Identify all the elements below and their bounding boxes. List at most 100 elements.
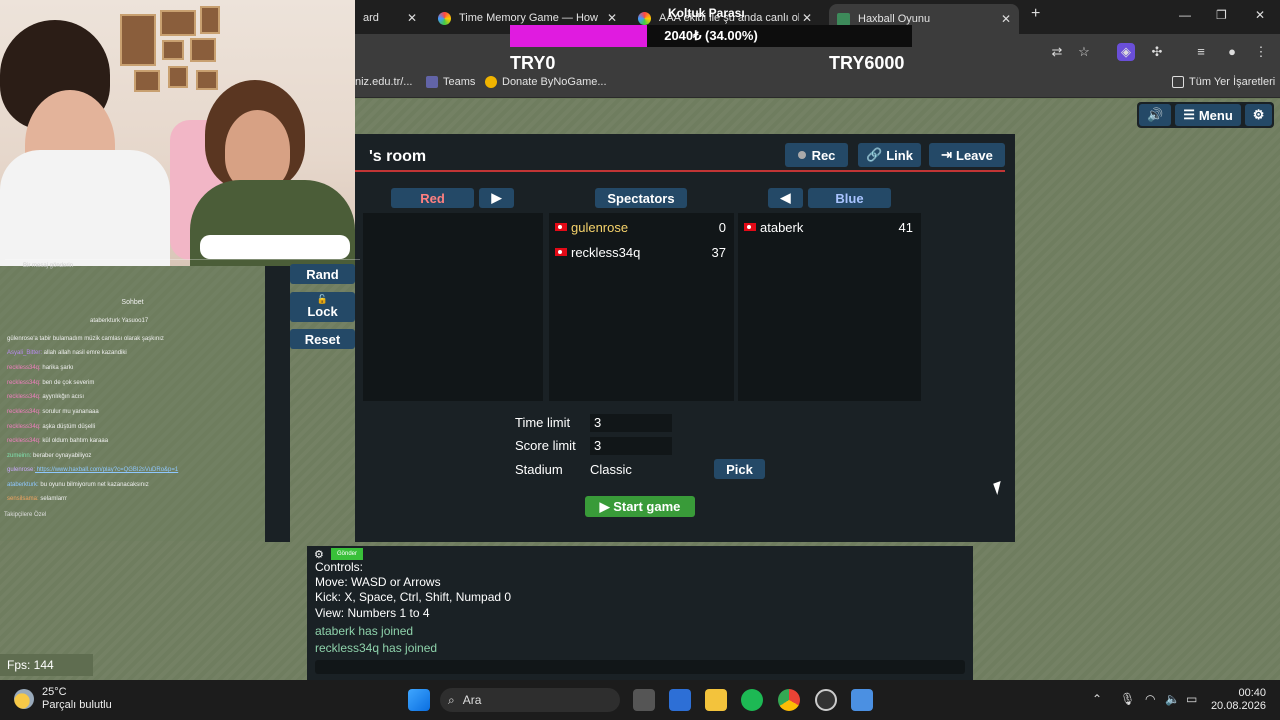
chat-message: reckless34q: ayyrılıkğın acısı xyxy=(7,394,84,400)
lock-button[interactable]: 🔓 Lock xyxy=(290,292,355,322)
chrome-icon[interactable] xyxy=(778,689,800,711)
bynogame-icon xyxy=(485,76,497,88)
windows-taskbar: 25°C Parçalı bulutlu ⌕ Ara ⌃ 🎙 ◠ 🔈 ▭ 00:… xyxy=(0,680,1280,720)
close-icon[interactable]: ✕ xyxy=(607,11,617,25)
rec-button[interactable]: Rec xyxy=(785,143,848,167)
hamburger-icon: ☰ xyxy=(1183,107,1195,122)
stream-chat-overlay: Sohbet ataberkturk Yasuoo17 gülenrose'a … xyxy=(0,266,265,541)
chat-text: beraber oynayabiliyoz xyxy=(31,453,92,459)
close-icon[interactable]: ✕ xyxy=(407,11,417,25)
sound-button[interactable]: 🔊 xyxy=(1139,104,1172,126)
pick-stadium-button[interactable]: Pick xyxy=(714,459,765,479)
rec-label: Rec xyxy=(811,147,836,163)
turkey-flag-icon xyxy=(555,223,567,231)
profile-icon[interactable]: ● xyxy=(1223,43,1241,61)
score-limit-select[interactable]: 3 xyxy=(590,437,672,455)
close-icon[interactable]: ✕ xyxy=(1001,12,1011,26)
player-row[interactable]: gulenrose 0 xyxy=(555,218,726,236)
time-limit-label: Time limit xyxy=(515,415,571,430)
tab-label: ard xyxy=(363,12,379,24)
bookmark-star-icon[interactable]: ☆ xyxy=(1075,43,1093,61)
move-to-red-left-button[interactable]: ◀ xyxy=(768,188,803,208)
leave-button[interactable]: ⇥ Leave xyxy=(929,143,1005,167)
taskbar-clock[interactable]: 00:40 20.08.2026 xyxy=(1211,687,1266,713)
extensions-puzzle-icon[interactable]: ✣ xyxy=(1148,43,1166,61)
time-limit-select[interactable]: 3 xyxy=(590,414,672,432)
donation-goal-label: TRY6000 xyxy=(829,53,905,73)
bookmark-teams[interactable]: Teams xyxy=(426,76,475,88)
webcam-feed xyxy=(0,0,355,266)
volume-icon[interactable]: 🔈 xyxy=(1165,692,1180,706)
taskbar-search[interactable]: ⌕ Ara xyxy=(440,688,620,712)
player-score: 37 xyxy=(711,244,726,260)
clock-time: 00:40 xyxy=(1238,687,1266,699)
tab-label: Time Memory Game — How G xyxy=(459,12,599,24)
player-score: 0 xyxy=(718,219,726,235)
translate-icon[interactable]: ⇄ xyxy=(1048,43,1066,61)
room-title: 's room xyxy=(369,148,427,165)
file-explorer-icon[interactable] xyxy=(705,689,727,711)
donation-progress-text: 2040₺ (34.00%) xyxy=(664,28,758,43)
obs-icon[interactable] xyxy=(815,689,837,711)
minimize-button[interactable]: — xyxy=(1179,8,1191,22)
task-view-icon[interactable] xyxy=(633,689,655,711)
chat-link[interactable]: https://www.haxball.com/play?c=QGBI2sVuD… xyxy=(35,467,179,473)
room-panel: 's room Rec 🔗 Link ⇥ Leave Red ▶ Spectat… xyxy=(355,134,1015,542)
wall-frame xyxy=(162,40,184,60)
reset-button[interactable]: Reset xyxy=(290,329,355,349)
bookmark-edu[interactable]: niz.edu.tr/... xyxy=(355,76,412,88)
settings-button[interactable]: ⚙ xyxy=(1244,104,1273,126)
store-icon[interactable] xyxy=(669,689,691,711)
chat-text: selamlarrr xyxy=(38,496,68,502)
move-to-spectators-right-button[interactable]: ▶ xyxy=(479,188,514,208)
more-menu-icon[interactable]: ⋮ xyxy=(1252,43,1270,61)
spotify-icon[interactable] xyxy=(741,689,763,711)
all-bookmarks[interactable]: Tüm Yer İşaretleri xyxy=(1172,76,1275,88)
weather-widget[interactable]: 25°C Parçalı bulutlu xyxy=(14,686,112,712)
menu-button[interactable]: ☰ Menu xyxy=(1175,104,1241,126)
clock-date: 20.08.2026 xyxy=(1210,700,1266,712)
media-control-icon[interactable]: ≡ xyxy=(1192,43,1210,61)
close-icon[interactable]: ✕ xyxy=(802,11,812,25)
tray-chevron-icon[interactable]: ⌃ xyxy=(1092,692,1102,706)
log-line: Kick: X, Space, Ctrl, Shift, Numpad 0 xyxy=(315,590,512,604)
player-row[interactable]: ataberk 41 xyxy=(744,218,913,236)
room-left-strip xyxy=(265,266,290,542)
tab-dashboard[interactable]: ard ✕ xyxy=(355,6,425,30)
spectators-button[interactable]: Spectators xyxy=(595,188,687,208)
game-chat-input[interactable] xyxy=(315,660,965,674)
chat-text: ayyrılıkğın acısı xyxy=(40,394,85,400)
red-team-button[interactable]: Red xyxy=(391,188,474,208)
bookmark-donate[interactable]: Donate ByNoGame... xyxy=(485,76,607,88)
new-tab-button[interactable]: + xyxy=(1031,5,1040,23)
restore-button[interactable]: ❐ xyxy=(1216,8,1227,22)
chat-message: Asyali_Bitter: allah allah nasil emre ka… xyxy=(7,350,127,356)
chat-message: reckless34q: sorulur mu yananaaa xyxy=(7,409,99,415)
blue-team-button[interactable]: Blue xyxy=(808,188,891,208)
lock-label: Lock xyxy=(307,304,338,319)
donation-progress-bar: 2040₺ (34.00%) xyxy=(510,25,912,47)
link-button[interactable]: 🔗 Link xyxy=(858,143,921,167)
teams-icon xyxy=(426,76,438,88)
app-icon[interactable] xyxy=(851,689,873,711)
chat-user: zumeinn: xyxy=(7,453,32,459)
title-separator xyxy=(355,170,1005,172)
tab-favicon-icon xyxy=(438,11,451,25)
window-close-button[interactable]: ✕ xyxy=(1255,8,1265,22)
microphone-icon[interactable]: 🎙 xyxy=(1120,692,1135,706)
chat-user: reckless34q: xyxy=(7,438,41,444)
send-button[interactable]: Gönder xyxy=(331,548,364,560)
haxball-favicon-icon xyxy=(837,12,850,26)
wall-frame xyxy=(120,14,156,66)
battery-icon[interactable]: ▭ xyxy=(1186,692,1197,706)
start-game-button[interactable]: ▶ Start game xyxy=(585,496,695,517)
extension-icon[interactable]: ◈ xyxy=(1117,43,1135,61)
wall-frame xyxy=(200,6,220,34)
rand-button[interactable]: Rand xyxy=(290,264,355,284)
player-row[interactable]: reckless34q 37 xyxy=(555,243,726,261)
start-menu-icon[interactable] xyxy=(408,689,430,711)
wifi-icon[interactable]: ◠ xyxy=(1145,692,1155,706)
donation-start-label: TRY0 xyxy=(510,53,556,73)
spectators-list: gulenrose 0 reckless34q 37 xyxy=(549,213,734,401)
chat-user: reckless34q: xyxy=(7,424,41,430)
